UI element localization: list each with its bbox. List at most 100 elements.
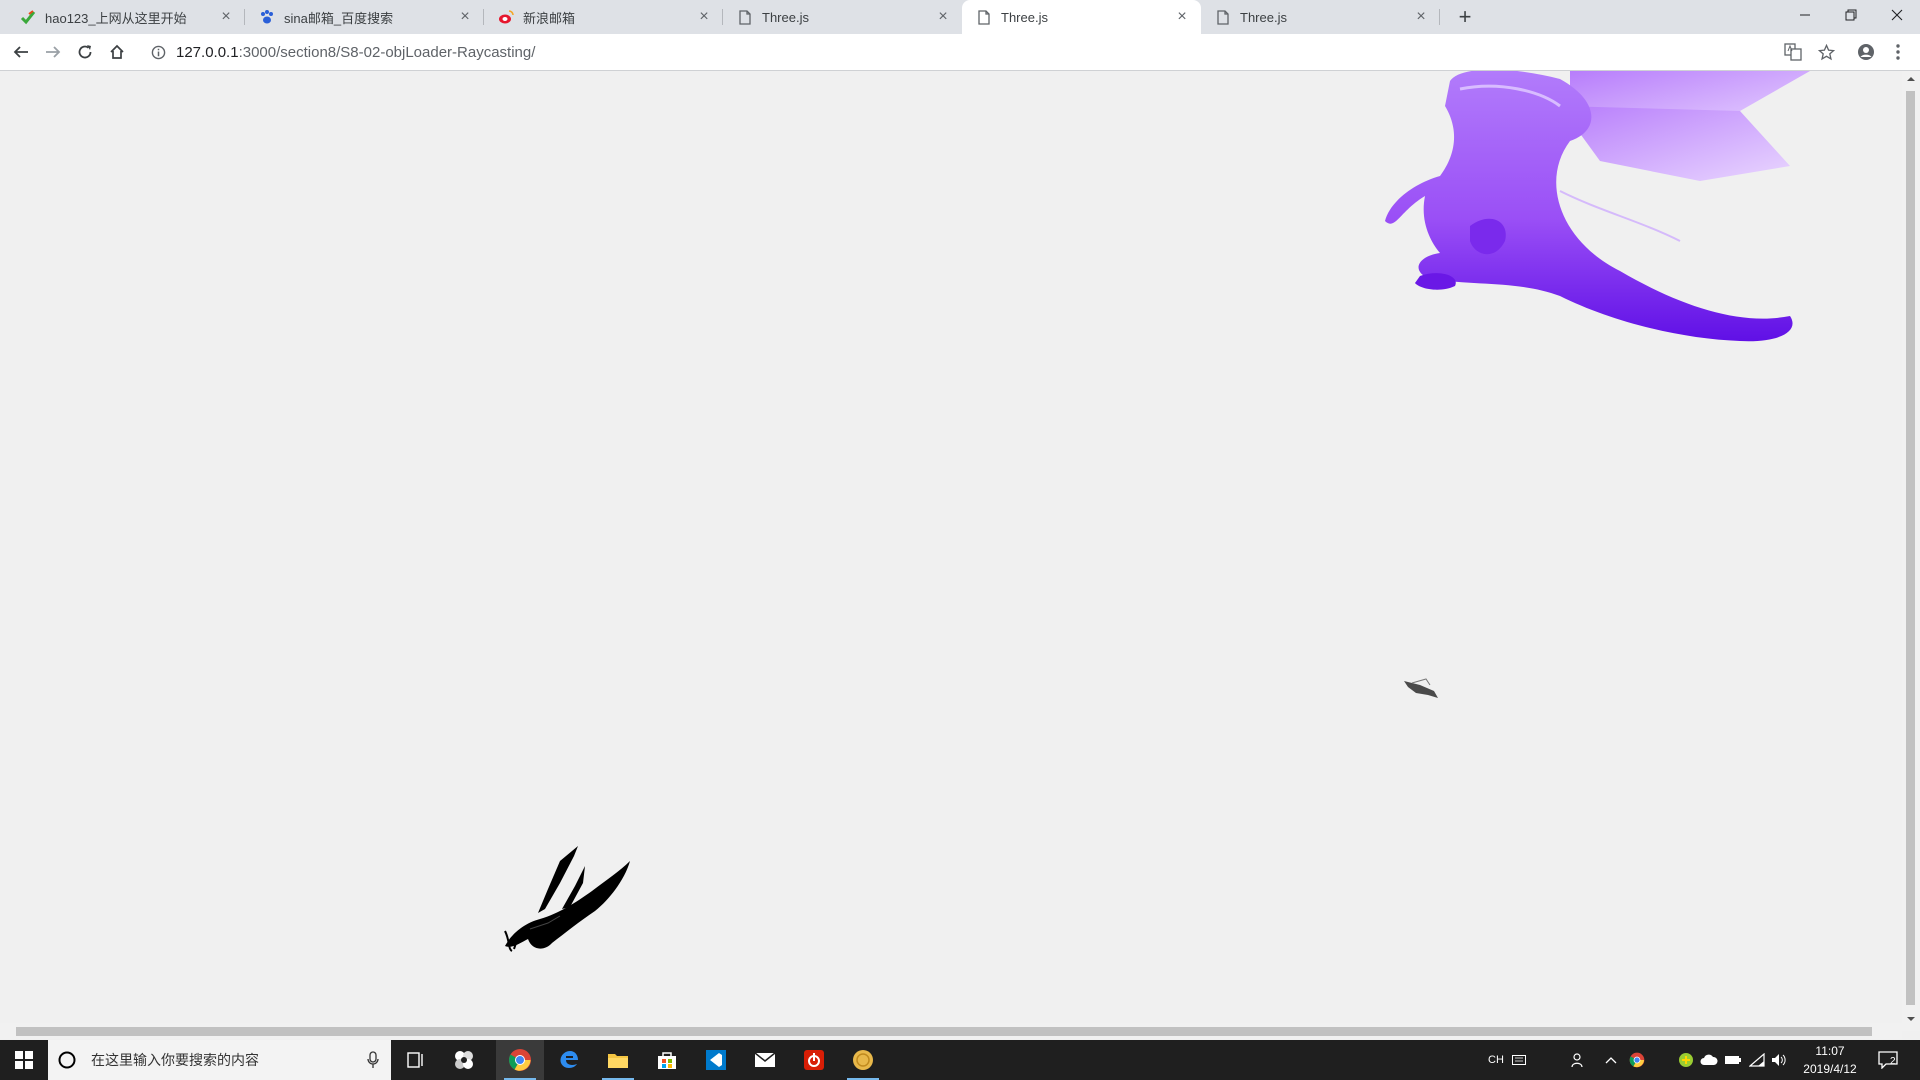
task-view-button[interactable] xyxy=(392,1040,440,1080)
tab-close-icon[interactable]: × xyxy=(217,8,235,26)
translate-icon xyxy=(1784,43,1802,61)
arrow-left-icon xyxy=(13,46,28,58)
tab-threejs-1[interactable]: Three.js × xyxy=(723,0,962,34)
account-icon xyxy=(1858,44,1874,60)
green-yellow-tray-icon[interactable] xyxy=(1675,1040,1697,1080)
notification-count: 2 xyxy=(1890,1056,1896,1067)
windows-taskbar: 在这里输入你要搜索的内容 CH 11:07 2019/4/12 2 xyxy=(0,1040,1920,1080)
tab-baidu-search[interactable]: sina邮箱_百度搜索 × xyxy=(245,0,484,34)
taskbar-app-coin[interactable] xyxy=(839,1040,887,1080)
star-icon xyxy=(1817,43,1835,60)
folder-icon xyxy=(608,1054,628,1068)
tab-sina-mail[interactable]: 新浪邮箱 × xyxy=(484,0,723,34)
close-icon xyxy=(1891,9,1903,21)
task-view-icon xyxy=(407,1052,423,1068)
close-window-button[interactable] xyxy=(1874,0,1920,30)
minimize-icon xyxy=(1800,14,1810,16)
chrome-tray-icon[interactable] xyxy=(1626,1040,1648,1080)
translate-button[interactable] xyxy=(1779,38,1807,66)
wifi-icon[interactable] xyxy=(1746,1040,1768,1080)
purple-dragon-model[interactable] xyxy=(1385,71,1810,342)
start-button[interactable] xyxy=(0,1040,48,1080)
tab-separator xyxy=(1439,9,1440,25)
ime-indicator[interactable]: CH xyxy=(1484,1040,1508,1080)
cloud-icon[interactable] xyxy=(1698,1040,1720,1080)
tab-close-icon[interactable]: × xyxy=(1412,8,1430,26)
tab-threejs-3[interactable]: Three.js × xyxy=(1201,0,1440,34)
tab-title: hao123_上网从这里开始 xyxy=(45,10,187,26)
taskbar-app-mail[interactable] xyxy=(741,1040,789,1080)
tab-close-icon[interactable]: × xyxy=(456,8,474,26)
black-dragon-model[interactable] xyxy=(504,846,630,952)
tab-title: sina邮箱_百度搜索 xyxy=(284,10,394,26)
taskbar-app-file-explorer[interactable] xyxy=(594,1040,642,1080)
weibo-icon xyxy=(498,9,514,25)
horizontal-scrollbar[interactable] xyxy=(0,1023,1902,1039)
more-vert-icon xyxy=(1896,44,1900,60)
address-bar[interactable]: 127.0.0.1:3000/section8/S8-02-objLoader-… xyxy=(140,38,1790,66)
tab-close-icon[interactable]: × xyxy=(934,8,952,26)
new-tab-button[interactable]: + xyxy=(1452,4,1478,30)
baidu-paw-icon xyxy=(259,9,275,25)
netease-music-icon xyxy=(804,1050,824,1070)
back-button[interactable] xyxy=(7,38,35,66)
scene-render xyxy=(504,71,1810,952)
restore-icon xyxy=(1845,9,1857,21)
taskbar-app-edge[interactable] xyxy=(545,1040,593,1080)
hao123-icon xyxy=(20,9,36,25)
vertical-scrollbar[interactable] xyxy=(1902,71,1920,1031)
tab-hao123[interactable]: hao123_上网从这里开始 × xyxy=(6,0,245,34)
people-icon[interactable] xyxy=(1566,1040,1590,1080)
info-icon[interactable] xyxy=(148,45,168,60)
scroll-thumb[interactable] xyxy=(16,1027,1872,1036)
page-icon xyxy=(737,9,753,25)
scroll-thumb[interactable] xyxy=(1906,91,1915,1005)
battery-icon[interactable] xyxy=(1722,1040,1744,1080)
cortana-circle-icon xyxy=(58,1051,76,1069)
small-dragon-model[interactable] xyxy=(1404,678,1438,698)
home-icon xyxy=(110,44,124,59)
mail-icon xyxy=(754,1052,776,1067)
url-host: 127.0.0.1 xyxy=(176,43,239,61)
taskbar-search-box[interactable]: 在这里输入你要搜索的内容 xyxy=(48,1040,391,1080)
taskbar-app-chrome[interactable] xyxy=(496,1040,544,1080)
search-placeholder: 在这里输入你要搜索的内容 xyxy=(91,1052,259,1068)
scroll-down-icon[interactable] xyxy=(1902,1011,1920,1027)
scroll-up-icon[interactable] xyxy=(1902,71,1920,87)
menu-button[interactable] xyxy=(1884,38,1912,66)
keyboard-icon[interactable] xyxy=(1508,1040,1530,1080)
browser-toolbar: 127.0.0.1:3000/section8/S8-02-objLoader-… xyxy=(0,34,1920,71)
reload-button[interactable] xyxy=(71,38,99,66)
reload-icon xyxy=(78,45,92,59)
taskbar-app-netease-music[interactable] xyxy=(790,1040,838,1080)
taskbar-app-store[interactable] xyxy=(643,1040,691,1080)
tab-close-icon[interactable]: × xyxy=(1173,8,1191,26)
clock-date: 2019/4/12 xyxy=(1803,1062,1857,1076)
tab-strip: hao123_上网从这里开始 × sina邮箱_百度搜索 × 新浪邮箱 × Th… xyxy=(0,0,1920,34)
taskbar-app-pinwheel[interactable] xyxy=(440,1040,488,1080)
action-center-button[interactable]: 2 xyxy=(1868,1040,1908,1080)
taskbar-clock[interactable]: 11:07 2019/4/12 xyxy=(1790,1040,1870,1080)
clock-time: 11:07 xyxy=(1815,1044,1845,1058)
minimize-button[interactable] xyxy=(1782,0,1828,30)
bookmark-star-button[interactable] xyxy=(1812,38,1840,66)
volume-icon[interactable] xyxy=(1768,1040,1790,1080)
profile-button[interactable] xyxy=(1852,38,1880,66)
chrome-icon xyxy=(509,1049,531,1071)
edge-icon xyxy=(560,1051,578,1068)
taskbar-app-vscode[interactable] xyxy=(692,1040,740,1080)
tab-title: 新浪邮箱 xyxy=(523,10,576,26)
show-hidden-icons-chevron-up-icon[interactable] xyxy=(1602,1040,1620,1080)
forward-button[interactable] xyxy=(39,38,67,66)
restore-button[interactable] xyxy=(1828,0,1874,30)
page-icon xyxy=(1215,9,1231,25)
tab-title: Three.js xyxy=(1240,9,1287,25)
page-icon xyxy=(976,9,992,25)
microphone-icon[interactable] xyxy=(367,1051,379,1069)
webgl-canvas[interactable] xyxy=(0,71,1920,1031)
tab-threejs-active[interactable]: Three.js × xyxy=(962,0,1201,34)
tab-title: Three.js xyxy=(1001,9,1048,25)
home-button[interactable] xyxy=(103,38,131,66)
arrow-right-icon xyxy=(46,46,61,58)
tab-close-icon[interactable]: × xyxy=(695,8,713,26)
